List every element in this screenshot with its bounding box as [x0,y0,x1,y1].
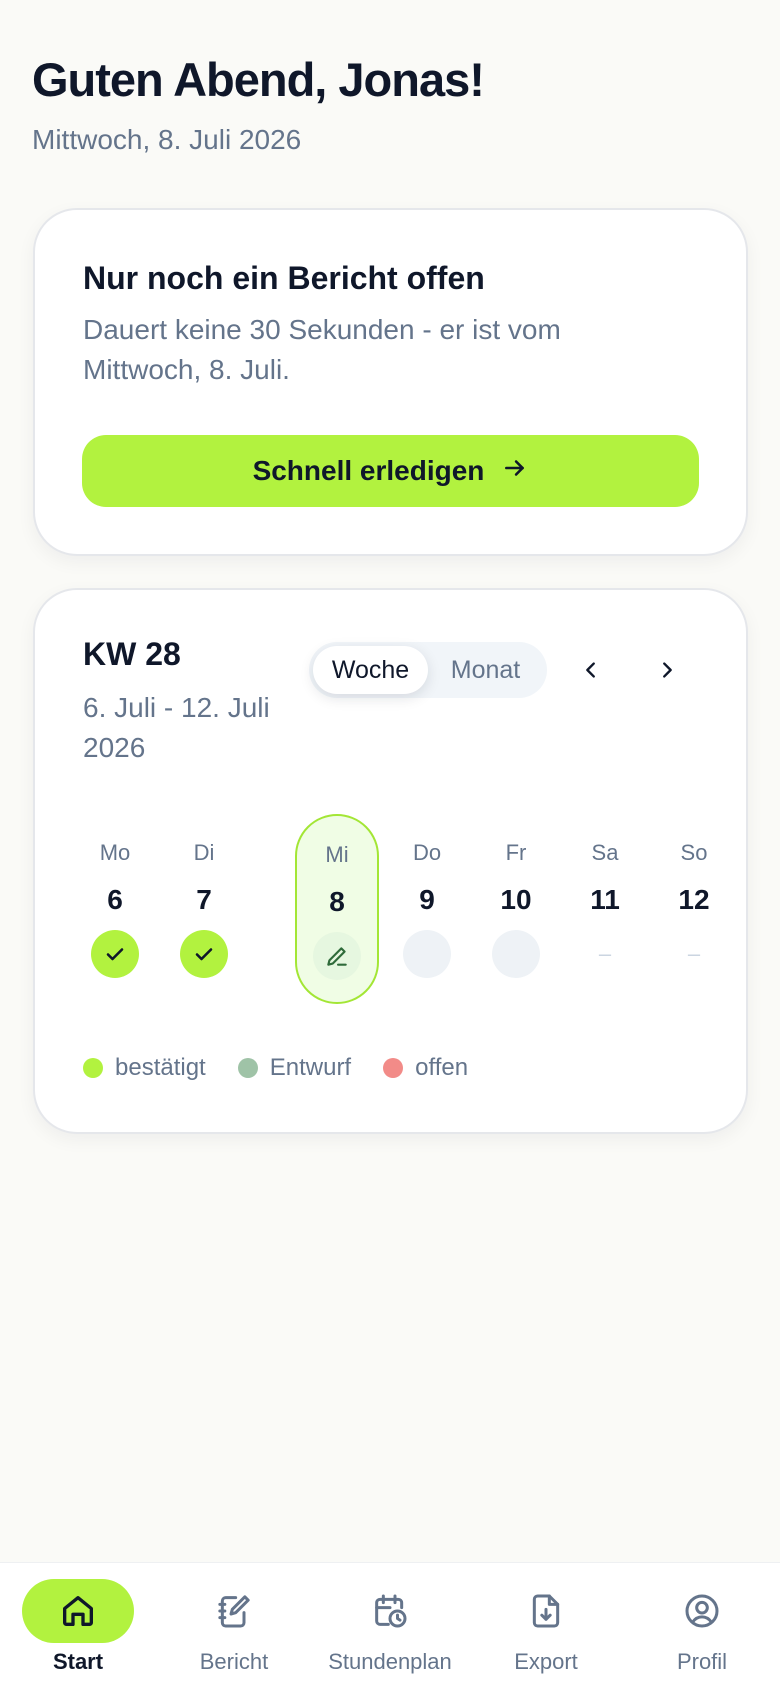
legend-item-open: offen [383,1054,468,1082]
tab-label: Export [514,1649,578,1674]
day-number: 9 [419,884,435,915]
day-tuesday[interactable]: Di 7 [162,814,246,1004]
no-report-status: – [687,941,701,966]
report-card-text: Dauert keine 30 Sekunden - er ist vom Mi… [83,314,561,385]
confirmed-status [180,930,228,978]
day-thursday[interactable]: Do 9 [385,814,469,1004]
week-date-range: 6. Juli - 12. Juli 2026 [83,692,270,763]
current-date: Mittwoch, 8. Juli 2026 [32,124,302,155]
check-icon [106,948,124,961]
day-wednesday-today[interactable]: Mi 8 [295,814,379,1004]
day-name: Sa [591,840,619,865]
tab-label: Start [52,1649,104,1674]
calendar-clock-icon [375,1594,407,1628]
day-name: Do [412,840,442,865]
day-number: 7 [196,884,212,915]
legend-label: offen [415,1054,469,1081]
notebook-edit-icon [218,1595,250,1628]
chevron-left-icon [586,662,595,678]
toggle-week[interactable]: Woche [313,646,428,694]
day-name: Fr [505,840,527,865]
bottom-tab-bar: Start Bericht Stundenplan Export Profil [0,1562,780,1688]
report-card-title: Nur noch ein Bericht offen [83,260,485,296]
status-legend: bestätigt Entwurf offen [83,1054,468,1082]
toggle-month[interactable]: Monat [428,646,543,694]
week-overview-card: KW 28 6. Juli - 12. Juli 2026 Woche Mona… [33,588,748,1134]
tab-export[interactable]: Export [468,1579,624,1688]
day-sunday[interactable]: So 12 – [652,814,736,1004]
day-number: 6 [107,884,123,915]
day-saturday[interactable]: Sa 11 – [563,814,647,1004]
pencil-icon [327,947,347,966]
week-days-row: Mo 6 Di 7 Mi 8 Do 9 Fr 10 Sa 11 – So 12 … [65,814,710,1004]
open-status [403,930,451,978]
tab-label: Bericht [199,1649,269,1674]
day-name: Mi [325,842,349,867]
tab-start[interactable]: Start [0,1579,156,1688]
open-report-card: Nur noch ein Bericht offen Dauert keine … [33,208,748,556]
legend-label: Entwurf [269,1054,352,1081]
tab-profil[interactable]: Profil [624,1579,780,1688]
previous-week-button[interactable] [569,648,613,692]
confirmed-status [91,930,139,978]
greeting-title: Guten Abend, Jonas! [32,53,485,106]
day-number: 10 [500,884,532,915]
no-report-status: – [598,941,612,966]
legend-item-draft: Entwurf [237,1054,352,1082]
legend-dot [237,1058,258,1078]
tab-bericht[interactable]: Bericht [156,1579,312,1688]
day-friday[interactable]: Fr 10 [474,814,558,1004]
day-number: 8 [329,886,345,917]
tab-label: Stundenplan [328,1649,452,1674]
calendar-week-label: KW 28 [83,636,181,672]
day-number: 12 [678,884,710,915]
draft-status [313,932,361,980]
tab-label: Profil [676,1649,728,1674]
day-monday[interactable]: Mo 6 [73,814,157,1004]
day-number: 11 [590,884,620,915]
check-icon [195,948,213,961]
legend-dot [83,1058,103,1078]
view-toggle: Woche Monat [309,642,547,698]
home-icon [63,1596,94,1626]
day-name: Di [193,840,215,865]
day-name: Mo [99,840,131,865]
legend-item-confirmed: bestätigt [83,1054,206,1082]
arrow-right-icon [502,455,528,488]
legend-label: bestätigt [115,1054,206,1081]
file-download-icon [532,1594,560,1628]
chevron-right-icon [663,662,672,678]
legend-dot [383,1058,404,1078]
user-circle-icon [685,1594,719,1628]
quick-complete-label: Schnell erledigen [252,455,485,486]
day-name: So [680,840,708,865]
open-status [492,930,540,978]
next-week-button[interactable] [645,648,689,692]
quick-complete-button[interactable]: Schnell erledigen [82,435,699,507]
tab-stundenplan[interactable]: Stundenplan [312,1579,468,1688]
